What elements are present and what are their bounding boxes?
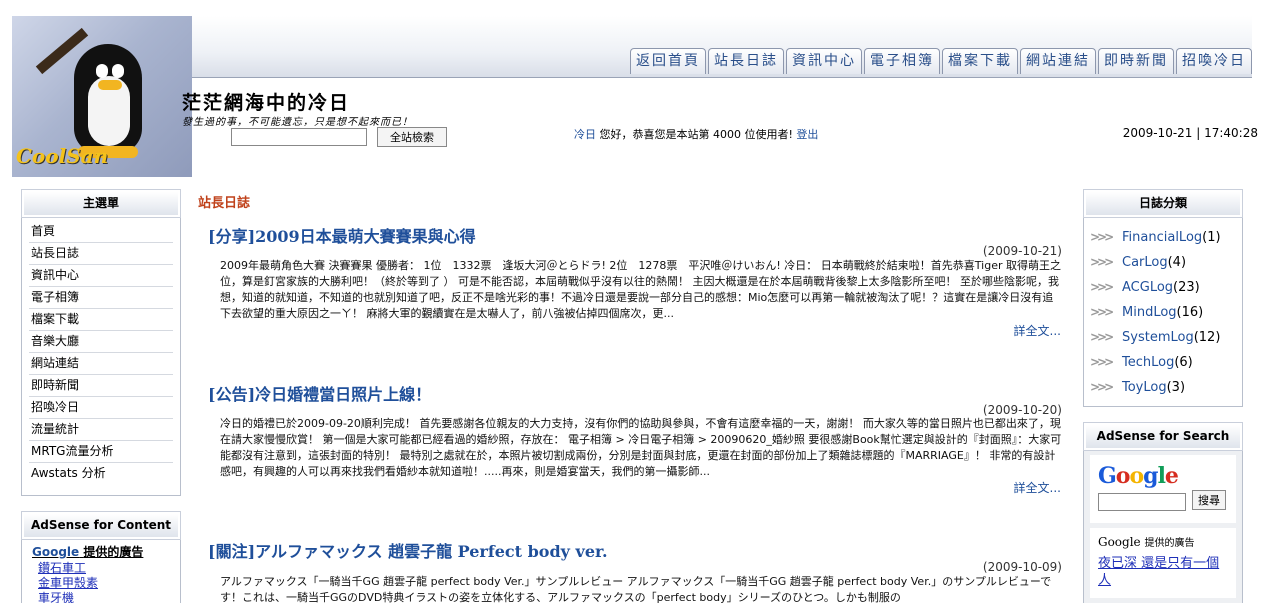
- category-item: >>> TechLog(6): [1090, 350, 1242, 375]
- menu-item-contact[interactable]: 招喚冷日: [29, 397, 173, 419]
- post-excerpt: 2009年最萌角色大賽 決賽賽果 優勝者： 1位 1332票 逢坂大河＠とらドラ…: [220, 259, 1061, 320]
- site-search-input[interactable]: [231, 128, 367, 146]
- category-item: >>> MindLog(16): [1090, 300, 1242, 325]
- read-more-link[interactable]: 詳全文...: [1014, 322, 1061, 339]
- menu-item-home[interactable]: 首頁: [29, 221, 173, 243]
- tab-blog[interactable]: 站長日誌: [708, 48, 784, 74]
- category-link[interactable]: ACGLog: [1122, 280, 1173, 295]
- category-item: >>> FinancialLog(1): [1090, 225, 1242, 250]
- site-logo[interactable]: CoolSan: [12, 16, 192, 177]
- category-link[interactable]: MindLog: [1122, 305, 1177, 320]
- blog-category-panel: 日誌分類 >>> FinancialLog(1) >>> CarLog(4) >>>…: [1083, 189, 1243, 407]
- post-title[interactable]: [關注]アルファマックス 趙雲子龍 Perfect body ver.: [208, 538, 608, 562]
- category-count: (3): [1166, 380, 1186, 395]
- tab-info[interactable]: 資訊中心: [786, 48, 862, 74]
- post-excerpt: アルファマックス「一騎当千GG 趙雲子龍 perfect body Ver.」サ…: [220, 575, 1052, 603]
- ad-link[interactable]: 夜已深 還是只有一個人: [1098, 555, 1228, 589]
- top-nav-tabs: 返回首頁 站長日誌 資訊中心 電子相簿 檔案下載 網站連結 即時新聞 招喚冷日: [628, 48, 1252, 74]
- header-banner: 返回首頁 站長日誌 資訊中心 電子相簿 檔案下載 網站連結 即時新聞 招喚冷日: [192, 16, 1252, 78]
- category-link[interactable]: ToyLog: [1122, 380, 1167, 395]
- menu-item-news[interactable]: 即時新聞: [29, 375, 173, 397]
- tab-home[interactable]: 返回首頁: [630, 48, 706, 74]
- menu-item-album[interactable]: 電子相簿: [29, 287, 173, 309]
- ad-provider: Google 提供的廣告: [1098, 535, 1195, 549]
- menu-item-links[interactable]: 網站連結: [29, 353, 173, 375]
- category-item: >>> CarLog(4): [1090, 250, 1242, 275]
- category-link[interactable]: CarLog: [1122, 255, 1168, 270]
- main-menu-title: 主選單: [21, 189, 181, 218]
- post-date: (2009-10-20): [982, 403, 1062, 417]
- site-slogan: 發生過的事，不可能遺忘，只是想不起來而已！: [182, 117, 413, 128]
- right-ad-box: Google 提供的廣告 夜已深 還是只有一個人: [1090, 528, 1236, 598]
- greeting-text: 您好，恭喜您是本站第 4000 位使用者!: [599, 128, 793, 141]
- post-title[interactable]: [分享]2009日本最萌大賽賽果與心得: [208, 223, 476, 247]
- category-item: >>> SystemLog(12): [1090, 325, 1242, 350]
- user-greeting: 冷日 您好，恭喜您是本站第 4000 位使用者! 登出: [574, 126, 818, 142]
- category-link[interactable]: FinancialLog: [1122, 230, 1202, 245]
- penguin-beak: [98, 80, 122, 90]
- category-count: (12): [1193, 330, 1221, 345]
- username-link[interactable]: 冷日: [574, 128, 596, 141]
- penguin-eye: [96, 64, 108, 78]
- category-item: >>> ToyLog(3): [1090, 375, 1242, 400]
- menu-item-awstats[interactable]: Awstats 分析: [29, 463, 173, 485]
- ad-list: Google 提供的廣告 鑽石車工 金車甲殼素 車牙機: [22, 539, 180, 603]
- category-count: (16): [1176, 305, 1204, 320]
- tab-album[interactable]: 電子相簿: [864, 48, 940, 74]
- google-search-input[interactable]: [1098, 493, 1186, 511]
- menu-item-info[interactable]: 資訊中心: [29, 265, 173, 287]
- logo-text: CoolSan: [16, 144, 109, 168]
- arrows-icon: >>>: [1090, 380, 1114, 394]
- post-excerpt: 冷日的婚禮已於2009-09-20順利完成！ 首先要感謝各位親友的大力支持，沒有…: [220, 417, 1062, 478]
- arrows-icon: >>>: [1090, 255, 1114, 269]
- adsense-search-panel: AdSense for Search Google 搜尋 Google 提供的廣…: [1083, 422, 1243, 603]
- post-title[interactable]: [公告]冷日婚禮當日照片上線！: [208, 381, 431, 405]
- category-count: (23): [1173, 280, 1200, 295]
- category-item: >>> ACGLog(23): [1090, 275, 1242, 300]
- google-search-box: Google 搜尋: [1090, 455, 1236, 523]
- arrows-icon: >>>: [1090, 330, 1114, 344]
- category-link[interactable]: SystemLog: [1122, 330, 1194, 345]
- site-search-button[interactable]: 全站檢索: [377, 127, 447, 147]
- adsense-search-title: AdSense for Search: [1083, 422, 1243, 451]
- tab-links[interactable]: 網站連結: [1020, 48, 1096, 74]
- google-search-button[interactable]: 搜尋: [1192, 490, 1226, 510]
- menu-item-blog[interactable]: 站長日誌: [29, 243, 173, 265]
- tab-downloads[interactable]: 檔案下載: [942, 48, 1018, 74]
- current-datetime: 2009-10-21 | 17:40:28: [1122, 126, 1258, 140]
- tab-contact[interactable]: 招喚冷日: [1176, 48, 1252, 74]
- ad-link[interactable]: 金車甲殼素: [32, 576, 170, 591]
- blog-category-title: 日誌分類: [1083, 189, 1243, 218]
- menu-item-music[interactable]: 音樂大廳: [29, 331, 173, 353]
- google-logo: Google: [1098, 463, 1179, 489]
- main-menu-list: 首頁 站長日誌 資訊中心 電子相簿 檔案下載 音樂大廳 網站連結 即時新聞 招喚…: [22, 217, 180, 485]
- tab-news[interactable]: 即時新聞: [1098, 48, 1174, 74]
- logout-link[interactable]: 登出: [796, 128, 818, 141]
- post-date: (2009-10-09): [982, 560, 1062, 574]
- ad-link[interactable]: 鑽石車工: [32, 561, 170, 576]
- menu-item-traffic[interactable]: 流量統計: [29, 419, 173, 441]
- read-more-link[interactable]: 詳全文...: [1014, 479, 1061, 496]
- arrows-icon: >>>: [1090, 305, 1114, 319]
- ad-provider[interactable]: Google 提供的廣告: [32, 543, 170, 560]
- arrows-icon: >>>: [1090, 355, 1114, 369]
- post-date: (2009-10-21): [982, 244, 1062, 258]
- arrows-icon: >>>: [1090, 280, 1114, 294]
- adsense-content-title: AdSense for Content: [21, 511, 181, 540]
- category-link[interactable]: TechLog: [1122, 355, 1174, 370]
- main-menu-panel: 主選單 首頁 站長日誌 資訊中心 電子相簿 檔案下載 音樂大廳 網站連結 即時新…: [21, 189, 181, 496]
- site-title: 茫茫網海中的冷日: [182, 92, 351, 114]
- category-list: >>> FinancialLog(1) >>> CarLog(4) >>> ACGLo…: [1084, 217, 1242, 400]
- section-title: 站長日誌: [198, 196, 251, 211]
- penguin-eye: [112, 64, 124, 78]
- menu-item-downloads[interactable]: 檔案下載: [29, 309, 173, 331]
- category-count: (6): [1174, 355, 1193, 370]
- menu-item-mrtg[interactable]: MRTG流量分析: [29, 441, 173, 463]
- adsense-content-panel: AdSense for Content Google 提供的廣告 鑽石車工 金車…: [21, 511, 181, 603]
- category-count: (4): [1167, 255, 1187, 270]
- ad-link[interactable]: 車牙機: [32, 591, 170, 603]
- arrows-icon: >>>: [1090, 230, 1114, 244]
- category-count: (1): [1202, 230, 1221, 245]
